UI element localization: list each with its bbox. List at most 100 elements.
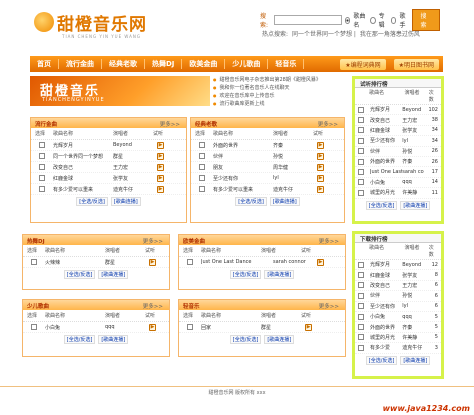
check-all-button[interactable]: [全选/反选] <box>76 197 108 206</box>
row-checkbox[interactable] <box>199 164 205 170</box>
row-checkbox[interactable] <box>199 153 205 159</box>
song-name[interactable]: 红鹿金球 <box>53 175 113 182</box>
row-checkbox[interactable] <box>358 344 364 351</box>
row-checkbox[interactable] <box>199 142 205 148</box>
song-name[interactable]: 伙伴 <box>213 153 273 160</box>
song-name[interactable]: 红鹿金球 <box>370 272 402 279</box>
song-name[interactable]: 小白兔 <box>370 179 402 186</box>
radio-artist[interactable] <box>390 16 397 24</box>
check-all-button[interactable]: [全选/反选] <box>365 355 398 365</box>
row-checkbox[interactable] <box>39 153 45 159</box>
row-checkbox[interactable] <box>187 324 193 330</box>
row-checkbox[interactable] <box>358 127 364 134</box>
song-name[interactable]: 伙伴 <box>370 148 402 155</box>
song-name[interactable]: Just One Last <box>370 169 402 175</box>
play-icon[interactable]: ▶ <box>317 163 324 171</box>
panel-kids-more-link[interactable]: 更多>> <box>143 302 163 310</box>
song-name[interactable]: 外面的世界 <box>213 142 273 149</box>
nav-bookstore-link[interactable]: ★明日图书网 <box>393 58 439 70</box>
song-name[interactable]: 朋友 <box>213 164 273 171</box>
play-icon[interactable]: ▶ <box>317 141 324 149</box>
row-checkbox[interactable] <box>358 282 364 289</box>
check-all-button[interactable]: [全选/反选] <box>63 270 96 279</box>
check-all-button[interactable]: [全选/反选] <box>365 200 398 210</box>
song-name[interactable]: 外面的世界 <box>370 158 402 165</box>
nav-home[interactable]: 首页 <box>30 59 59 69</box>
news-item[interactable]: 欢迎在音乐库中上传音乐 <box>213 92 348 100</box>
song-name[interactable]: 改变自己 <box>53 164 113 171</box>
row-checkbox[interactable] <box>39 186 45 192</box>
hot-search-link-1[interactable]: 同一个世界同一个梦想 <box>292 31 352 38</box>
song-name[interactable]: 回家 <box>201 324 261 331</box>
panel-pop-more-link[interactable]: 更多>> <box>160 120 180 128</box>
play-icon[interactable]: ▶ <box>157 152 164 160</box>
row-checkbox[interactable] <box>31 324 37 330</box>
row-checkbox[interactable] <box>358 137 364 144</box>
news-item[interactable]: 流行歌曲库更新上线 <box>213 100 348 108</box>
row-checkbox[interactable] <box>31 259 37 265</box>
nav-pop[interactable]: 流行金曲 <box>59 59 102 69</box>
row-checkbox[interactable] <box>358 189 364 196</box>
song-name[interactable]: 有多少爱可以重来 <box>53 186 113 193</box>
row-checkbox[interactable] <box>39 142 45 148</box>
row-checkbox[interactable] <box>199 186 205 192</box>
song-name[interactable]: 城里的月光 <box>370 334 402 341</box>
check-all-button[interactable]: [全选/反选] <box>229 270 262 279</box>
play-icon[interactable]: ▶ <box>157 174 164 182</box>
play-icon[interactable]: ▶ <box>317 174 324 182</box>
play-all-button[interactable]: [歌曲连播] <box>400 355 431 365</box>
song-name[interactable]: 改变自己 <box>370 117 402 124</box>
news-item[interactable]: 甜橙音乐网电子杂志推出第28期《甜橙风暴》 <box>213 76 348 84</box>
row-checkbox[interactable] <box>358 148 364 155</box>
row-checkbox[interactable] <box>358 313 364 320</box>
play-icon[interactable]: ▶ <box>317 152 324 160</box>
song-name[interactable]: 外面的世界 <box>370 324 402 331</box>
play-icon[interactable]: ▶ <box>157 163 164 171</box>
song-name[interactable]: 小白兔 <box>45 324 105 331</box>
play-all-button[interactable]: [歌曲连播] <box>269 197 300 206</box>
song-name[interactable]: 火辣辣 <box>45 259 105 266</box>
song-name[interactable]: 城里的月光 <box>370 189 402 196</box>
nav-kids[interactable]: 少儿歌曲 <box>225 59 269 69</box>
play-icon[interactable]: ▶ <box>149 323 156 331</box>
play-all-button[interactable]: [歌曲连播] <box>98 270 129 279</box>
nav-light[interactable]: 轻音乐 <box>268 59 305 69</box>
play-all-button[interactable]: [歌曲连播] <box>264 335 295 344</box>
play-icon[interactable]: ▶ <box>149 258 156 266</box>
row-checkbox[interactable] <box>358 324 364 331</box>
hot-search-link-2[interactable]: 我在那一角落患过伤风 <box>360 31 420 38</box>
play-all-button[interactable]: [歌曲连播] <box>400 200 431 210</box>
panel-dj-more-link[interactable]: 更多>> <box>143 237 163 245</box>
nav-classic[interactable]: 经典老歌 <box>102 59 145 69</box>
panel-western-more-link[interactable]: 更多>> <box>319 237 339 245</box>
check-all-button[interactable]: [全选/反选] <box>229 335 262 344</box>
nav-dj[interactable]: 热舞DJ <box>145 59 183 69</box>
play-icon[interactable]: ▶ <box>157 141 164 149</box>
radio-song-name[interactable] <box>344 16 351 24</box>
row-checkbox[interactable] <box>358 106 364 113</box>
row-checkbox[interactable] <box>358 334 364 341</box>
song-name[interactable]: 红鹿金球 <box>370 127 402 134</box>
row-checkbox[interactable] <box>358 292 364 299</box>
row-checkbox[interactable] <box>39 175 45 181</box>
nav-western[interactable]: 欧美金曲 <box>182 59 226 69</box>
search-button[interactable]: 搜 索 <box>411 9 440 31</box>
song-name[interactable]: 同一个世界同一个梦想 <box>53 153 113 160</box>
row-checkbox[interactable] <box>39 164 45 170</box>
song-name[interactable]: 至少还有你 <box>370 137 402 144</box>
row-checkbox[interactable] <box>199 175 205 181</box>
row-checkbox[interactable] <box>358 117 364 124</box>
check-all-button[interactable]: [全选/反选] <box>235 197 267 206</box>
row-checkbox[interactable] <box>358 169 364 176</box>
news-item[interactable]: 我和你一位著名音乐人在线聊天 <box>213 84 348 92</box>
row-checkbox[interactable] <box>358 261 364 268</box>
song-name[interactable]: 光辉岁月 <box>53 142 113 149</box>
song-name[interactable]: 至少还有你 <box>370 303 402 310</box>
song-name[interactable]: Just One Last Dance <box>201 259 273 265</box>
search-input[interactable] <box>273 15 342 25</box>
logo-text[interactable]: 甜橙音乐网 <box>57 10 147 35</box>
song-name[interactable]: 有多少爱 <box>370 344 402 351</box>
play-all-button[interactable]: [歌曲连播] <box>110 197 141 206</box>
song-name[interactable]: 光辉岁月 <box>370 106 402 113</box>
row-checkbox[interactable] <box>187 259 193 265</box>
